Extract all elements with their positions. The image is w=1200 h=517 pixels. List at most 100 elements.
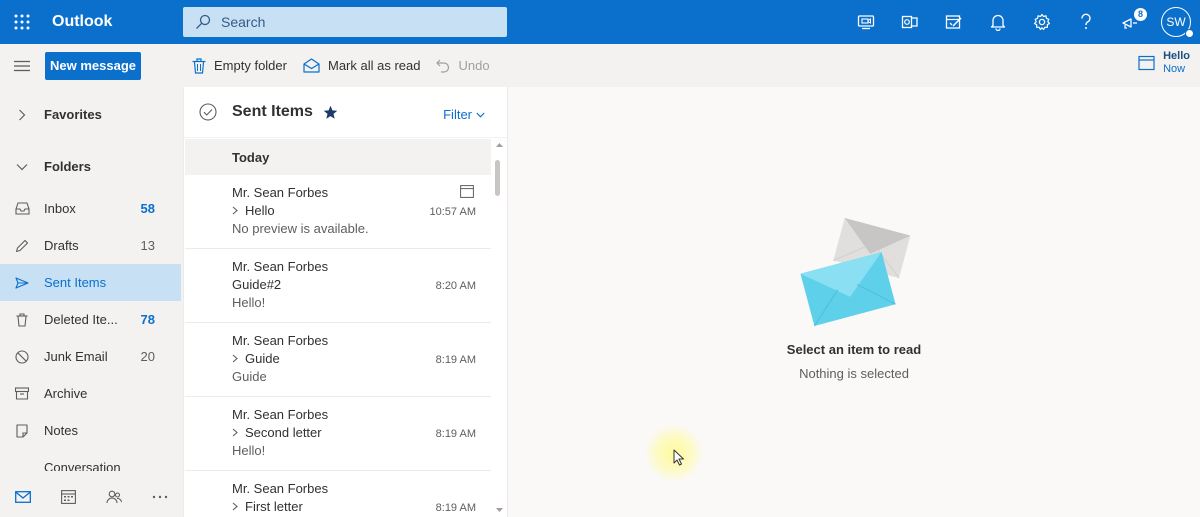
list-item[interactable]: Mr. Sean Forbes First letter 8:19 AM — [185, 471, 491, 517]
message-subject: Guide — [245, 351, 280, 366]
expand-thread-icon[interactable] — [232, 206, 238, 215]
list-item[interactable]: Mr. Sean Forbes Second letter 8:19 AM He… — [185, 397, 491, 471]
whats-new-icon[interactable]: 8 — [1108, 0, 1152, 44]
meet-now-icon[interactable] — [844, 0, 888, 44]
mail-icon[interactable] — [0, 490, 46, 503]
sidebar-item-label: Notes — [44, 423, 78, 438]
unread-count: 78 — [140, 312, 155, 327]
message-sender: Mr. Sean Forbes — [232, 333, 329, 348]
help-icon[interactable] — [1064, 0, 1108, 44]
folder-pane: Favorites Folders Inbox 58 Drafts 13 Sen… — [0, 87, 183, 517]
expand-thread-icon[interactable] — [232, 428, 238, 437]
filter-button[interactable]: Filter — [443, 107, 485, 122]
upcoming-event[interactable]: Hello Now — [1138, 50, 1190, 76]
message-time: 10:57 AM — [429, 206, 476, 218]
folder-title: Sent Items — [232, 103, 313, 120]
message-time: 8:19 AM — [435, 502, 476, 514]
calendar-icon — [460, 185, 474, 198]
event-title: Hello — [1163, 50, 1190, 62]
list-item[interactable]: Mr. Sean Forbes Hello 10:57 AM No previe… — [185, 175, 491, 249]
favorites-label: Favorites — [44, 107, 102, 122]
list-item[interactable]: Mr. Sean Forbes Guide#2 8:20 AM Hello! — [185, 249, 491, 323]
mouse-pointer-icon — [673, 449, 685, 466]
item-count: 20 — [140, 349, 155, 364]
message-preview: Guide — [232, 369, 267, 384]
folders-label: Folders — [44, 159, 91, 174]
module-switcher — [0, 476, 183, 517]
undo-icon — [436, 59, 450, 73]
note-icon — [0, 423, 44, 438]
sidebar-item-label: Conversation ... — [44, 460, 125, 471]
message-subject: Guide#2 — [232, 277, 282, 292]
sidebar-item-conversation-history[interactable]: Conversation ... — [0, 449, 181, 471]
scrollbar-thumb[interactable] — [495, 160, 500, 196]
app-title[interactable]: Outlook — [52, 13, 182, 31]
empty-state-title: Select an item to read — [786, 342, 922, 357]
filter-label: Filter — [443, 107, 472, 122]
message-preview: No preview is available. — [232, 221, 369, 236]
sidebar-item-label: Deleted Ite... — [44, 312, 118, 327]
trash-icon — [192, 57, 206, 74]
date-group-header: Today — [185, 139, 491, 175]
star-icon[interactable] — [323, 105, 338, 120]
my-day-icon[interactable] — [932, 0, 976, 44]
sidebar-item-label: Drafts — [44, 238, 79, 253]
message-subject: First letter — [245, 499, 303, 514]
more-apps-icon[interactable] — [137, 495, 183, 499]
message-subject: Hello — [245, 203, 275, 218]
search-box[interactable] — [183, 7, 507, 37]
calendar-icon — [1138, 55, 1155, 71]
app-launcher-icon[interactable] — [0, 0, 44, 44]
chevron-right-icon — [0, 109, 44, 121]
message-sender: Mr. Sean Forbes — [232, 481, 329, 496]
item-count: 13 — [140, 238, 155, 253]
message-sender: Mr. Sean Forbes — [232, 259, 329, 274]
message-list: Sent Items Filter Today Mr. Sean Forbes … — [183, 87, 508, 517]
sidebar-item-inbox[interactable]: Inbox 58 — [0, 190, 181, 227]
sidebar-item-drafts[interactable]: Drafts 13 — [0, 227, 181, 264]
undo-label: Undo — [458, 58, 490, 73]
search-icon — [195, 14, 211, 30]
favorites-header[interactable]: Favorites — [0, 96, 181, 133]
mark-all-read-label: Mark all as read — [327, 58, 421, 73]
gear-icon[interactable] — [1020, 0, 1064, 44]
sidebar-item-notes[interactable]: Notes — [0, 412, 181, 449]
list-header: Sent Items Filter — [184, 87, 507, 138]
undo-button[interactable]: Undo — [428, 44, 497, 87]
sidebar-item-label: Inbox — [44, 201, 76, 216]
presence-icon — [1185, 29, 1194, 38]
office-apps-icon[interactable] — [888, 0, 932, 44]
search-input[interactable] — [221, 14, 481, 30]
bell-icon[interactable] — [976, 0, 1020, 44]
message-preview: Hello! — [232, 443, 266, 458]
mark-all-read-button[interactable]: Mark all as read — [295, 44, 428, 87]
new-message-button[interactable]: New message — [45, 51, 141, 80]
sidebar-item-archive[interactable]: Archive — [0, 375, 181, 412]
sidebar-item-junk-email[interactable]: Junk Email 20 — [0, 338, 181, 375]
empty-folder-button[interactable]: Empty folder — [184, 44, 295, 87]
list-scrollbar[interactable] — [492, 139, 507, 517]
expand-thread-icon[interactable] — [232, 502, 238, 511]
command-bar: New message Empty folder Mark all as rea… — [0, 44, 1200, 87]
folders-header[interactable]: Folders — [0, 148, 181, 185]
people-icon[interactable] — [92, 490, 138, 504]
calendar-icon[interactable] — [46, 489, 92, 504]
sidebar-item-sent-items[interactable]: Sent Items — [0, 264, 181, 301]
message-time: 8:19 AM — [435, 428, 476, 440]
sidebar-item-label: Sent Items — [44, 275, 107, 290]
list-item[interactable]: Mr. Sean Forbes Guide 8:19 AM Guide — [185, 323, 491, 397]
sidebar-item-deleted-items[interactable]: Deleted Ite... 78 — [0, 301, 181, 338]
open-envelope-icon — [303, 58, 320, 73]
sidebar-item-label: Junk Email — [44, 349, 108, 364]
message-preview: Hello! — [232, 295, 266, 310]
empty-state-subtitle: Nothing is selected — [799, 366, 909, 381]
select-all-checkbox[interactable] — [184, 103, 232, 121]
sidebar-item-label: Archive — [44, 386, 88, 401]
notification-badge: 8 — [1134, 8, 1147, 21]
hamburger-menu-icon[interactable] — [0, 44, 44, 87]
account-manager[interactable]: SW — [1152, 0, 1200, 44]
expand-thread-icon[interactable] — [232, 354, 238, 363]
archive-icon — [0, 387, 44, 400]
trash-icon — [0, 312, 44, 327]
message-time: 8:19 AM — [435, 354, 476, 366]
